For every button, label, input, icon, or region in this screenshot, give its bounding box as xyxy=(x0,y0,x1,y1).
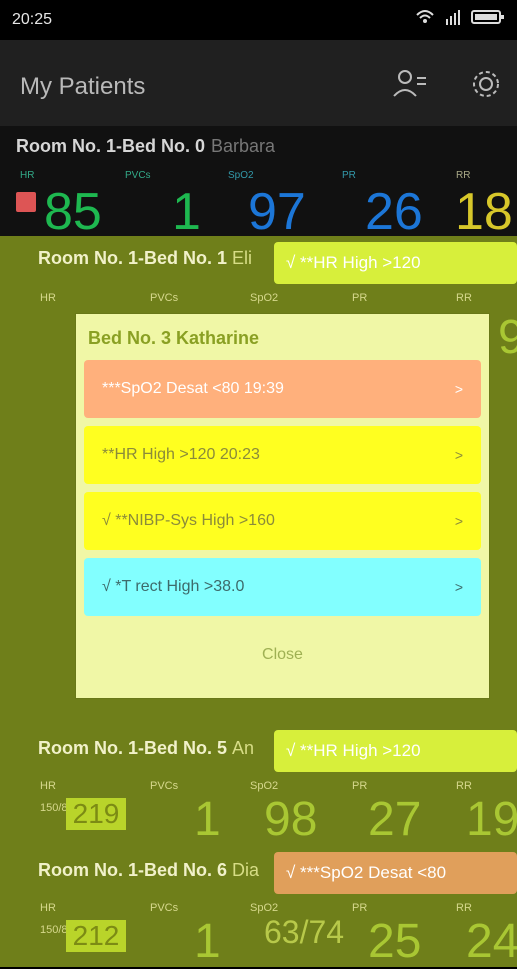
alarm-chip[interactable]: √ **HR High >120 xyxy=(274,730,517,772)
chevron-right-icon: > xyxy=(454,447,463,463)
dialog-title: Bed No. 3 Katharine xyxy=(88,328,260,348)
battery-icon xyxy=(471,9,505,30)
alarm-text: **HR High >120 20:23 xyxy=(102,446,260,463)
patient-name: An xyxy=(232,738,255,758)
hr-label: HR xyxy=(40,902,56,914)
pvcs-value: 1 xyxy=(194,793,221,846)
room-title-text: Room No. 1-Bed No. 6 xyxy=(38,860,228,880)
pvcs-label: PVCs xyxy=(125,170,151,181)
hr-label: HR xyxy=(40,780,56,792)
pr-label: PR xyxy=(352,780,368,792)
alarm-item-temp[interactable]: √ *T rect High >38.0 > xyxy=(84,558,481,616)
settings-icon[interactable] xyxy=(468,66,504,102)
page-title: My Patients xyxy=(20,73,146,100)
patient-list-icon[interactable] xyxy=(392,66,428,102)
spo2-value: 63/74 xyxy=(264,914,345,950)
room-bed-6-card[interactable]: Room No. 1-Bed No. 6 Dia √ ***SpO2 Desat… xyxy=(0,852,517,968)
pr-value: 26 xyxy=(365,183,423,241)
hr-label: HR xyxy=(40,292,56,304)
room-bed-0-card[interactable]: Room No. 1-Bed No. 0 Barbara HR PVCs SpO2… xyxy=(0,126,517,241)
hr-value: 85 xyxy=(44,183,102,241)
pr-value: 25 xyxy=(368,915,422,968)
status-bar: 20:25 xyxy=(0,0,517,40)
alarm-chip[interactable]: √ ***SpO2 Desat <80 xyxy=(274,852,517,894)
spo2-label: SpO2 xyxy=(250,292,279,304)
hr-label: HR xyxy=(20,170,35,181)
rr-value: 9 xyxy=(498,311,517,364)
alarm-item-spo2[interactable]: ***SpO2 Desat <80 19:39 > xyxy=(84,360,481,418)
chevron-right-icon: > xyxy=(454,513,463,529)
rr-value: 18 xyxy=(455,183,513,241)
room-title-text: Room No. 1-Bed No. 5 xyxy=(38,738,228,758)
pvcs-label: PVCs xyxy=(150,902,179,914)
alarm-item-nibp[interactable]: √ **NIBP-Sys High >160 > xyxy=(84,492,481,550)
hr-box-value: 212 xyxy=(66,920,126,952)
rr-value: 24 xyxy=(466,915,517,968)
alarm-item-hr[interactable]: **HR High >120 20:23 > xyxy=(84,426,481,484)
room-title: Room No. 1-Bed No. 5 An xyxy=(38,738,254,759)
alarm-text: √ **NIBP-Sys High >160 xyxy=(102,512,275,529)
room-title-text: Room No. 1-Bed No. 0 xyxy=(16,136,206,156)
chevron-right-icon: > xyxy=(454,381,463,397)
rr-label: RR xyxy=(456,780,472,792)
room-bed-5-card[interactable]: Room No. 1-Bed No. 5 An √ **HR High >120… xyxy=(0,730,517,850)
spo2-value: 98 xyxy=(264,793,318,846)
spo2-label: SpO2 xyxy=(228,170,254,181)
room-title: Room No. 1-Bed No. 0 Barbara xyxy=(16,136,275,157)
rr-value: 19 xyxy=(466,793,517,846)
wifi-icon xyxy=(415,9,435,30)
pvcs-value: 1 xyxy=(172,183,201,241)
pr-label: PR xyxy=(352,292,368,304)
pvcs-value: 1 xyxy=(194,915,221,968)
pr-label: PR xyxy=(342,170,356,181)
pr-label: PR xyxy=(352,902,368,914)
rr-label: RR xyxy=(456,902,472,914)
status-icons xyxy=(415,9,505,30)
spo2-value: 97 xyxy=(248,183,306,241)
alarm-text: ***SpO2 Desat <80 19:39 xyxy=(102,380,284,397)
pr-value: 27 xyxy=(368,793,422,846)
close-button[interactable]: Close xyxy=(76,646,489,664)
hr-box-value: 219 xyxy=(66,798,126,830)
pvcs-label: PVCs xyxy=(150,780,179,792)
room-title: Room No. 1-Bed No. 6 Dia xyxy=(38,860,259,881)
rr-label: RR xyxy=(456,292,472,304)
alarm-dialog: Bed No. 3 Katharine ***SpO2 Desat <80 19… xyxy=(76,314,489,698)
room-title-text: Room No. 1-Bed No. 1 xyxy=(38,248,228,268)
patient-name: Barbara xyxy=(211,136,276,156)
room-title: Room No. 1-Bed No. 1 Eli xyxy=(38,248,252,269)
pvcs-label: PVCs xyxy=(150,292,179,304)
patient-name: Eli xyxy=(232,248,253,268)
signal-icon xyxy=(445,9,461,30)
alarm-text: √ *T rect High >38.0 xyxy=(102,578,245,595)
rr-label: RR xyxy=(456,170,471,181)
alarm-chip[interactable]: √ **HR High >120 xyxy=(274,242,517,284)
spo2-label: SpO2 xyxy=(250,780,279,792)
status-time: 20:25 xyxy=(12,11,53,28)
patient-name: Dia xyxy=(232,860,260,880)
alarm-muted-icon xyxy=(16,192,36,212)
app-bar: My Patients xyxy=(0,40,517,126)
spo2-label: SpO2 xyxy=(250,902,279,914)
chevron-right-icon: > xyxy=(454,579,463,595)
